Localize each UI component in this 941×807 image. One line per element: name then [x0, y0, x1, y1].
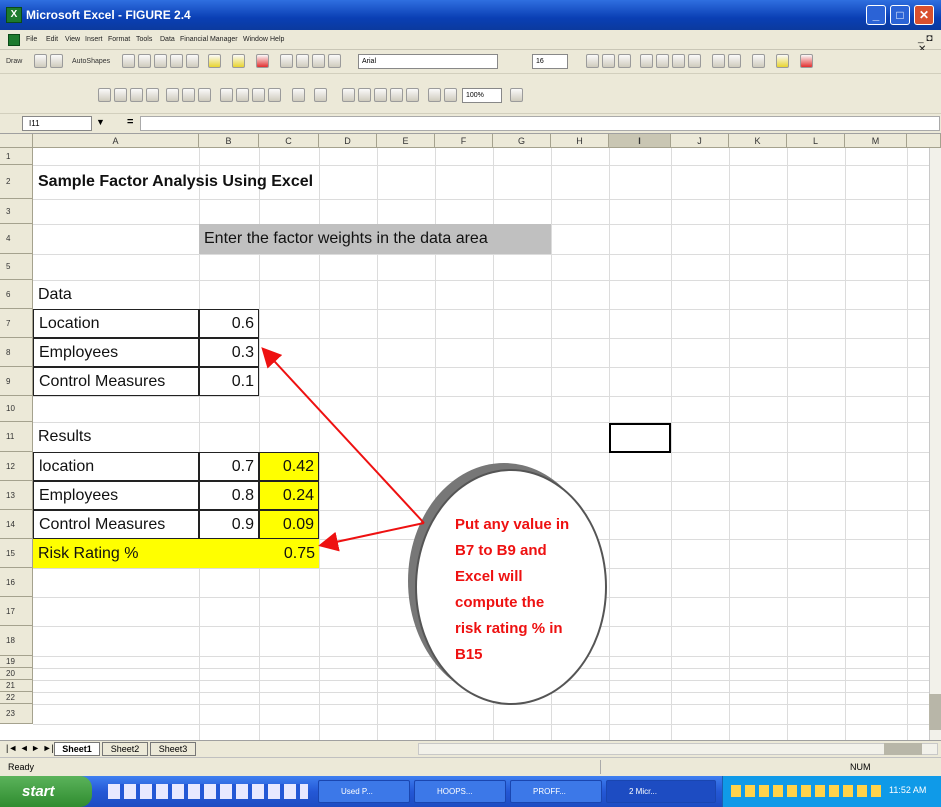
status-panels	[600, 760, 940, 774]
status-bar: Ready NUM	[0, 757, 941, 776]
taskbar-item-excel[interactable]: 2 Micr...	[606, 780, 716, 803]
quick-launch-icons[interactable]	[108, 784, 308, 799]
arrow-to-b8	[261, 347, 425, 524]
taskbar-item-hoops[interactable]: HOOPS...	[414, 780, 506, 803]
taskbar: start Used P... HOOPS... PROFF... 2 Micr…	[0, 776, 941, 807]
sheet-tab-bar: |◄ ◄ ► ►| Sheet1 Sheet2 Sheet3	[0, 740, 941, 757]
taskbar-item-used[interactable]: Used P...	[318, 780, 410, 803]
horizontal-scrollbar[interactable]	[418, 743, 938, 755]
tab-scroll-buttons[interactable]: |◄ ◄ ► ►|	[6, 743, 54, 753]
arrow-to-b15	[318, 522, 425, 552]
horizontal-scroll-thumb[interactable]	[884, 743, 922, 755]
clock: 11:52 AM	[889, 785, 927, 795]
start-button[interactable]: start	[0, 776, 92, 807]
tab-sheet1[interactable]: Sheet1	[54, 742, 100, 756]
taskbar-item-proff[interactable]: PROFF...	[510, 780, 602, 803]
tray-icons[interactable]	[731, 785, 881, 797]
tab-sheet3[interactable]: Sheet3	[150, 742, 196, 756]
callout-arrows	[261, 347, 425, 552]
tab-sheet2[interactable]: Sheet2	[102, 742, 148, 756]
system-tray: 11:52 AM	[722, 776, 941, 807]
status-ready: Ready	[8, 762, 35, 772]
status-num: NUM	[850, 762, 871, 772]
